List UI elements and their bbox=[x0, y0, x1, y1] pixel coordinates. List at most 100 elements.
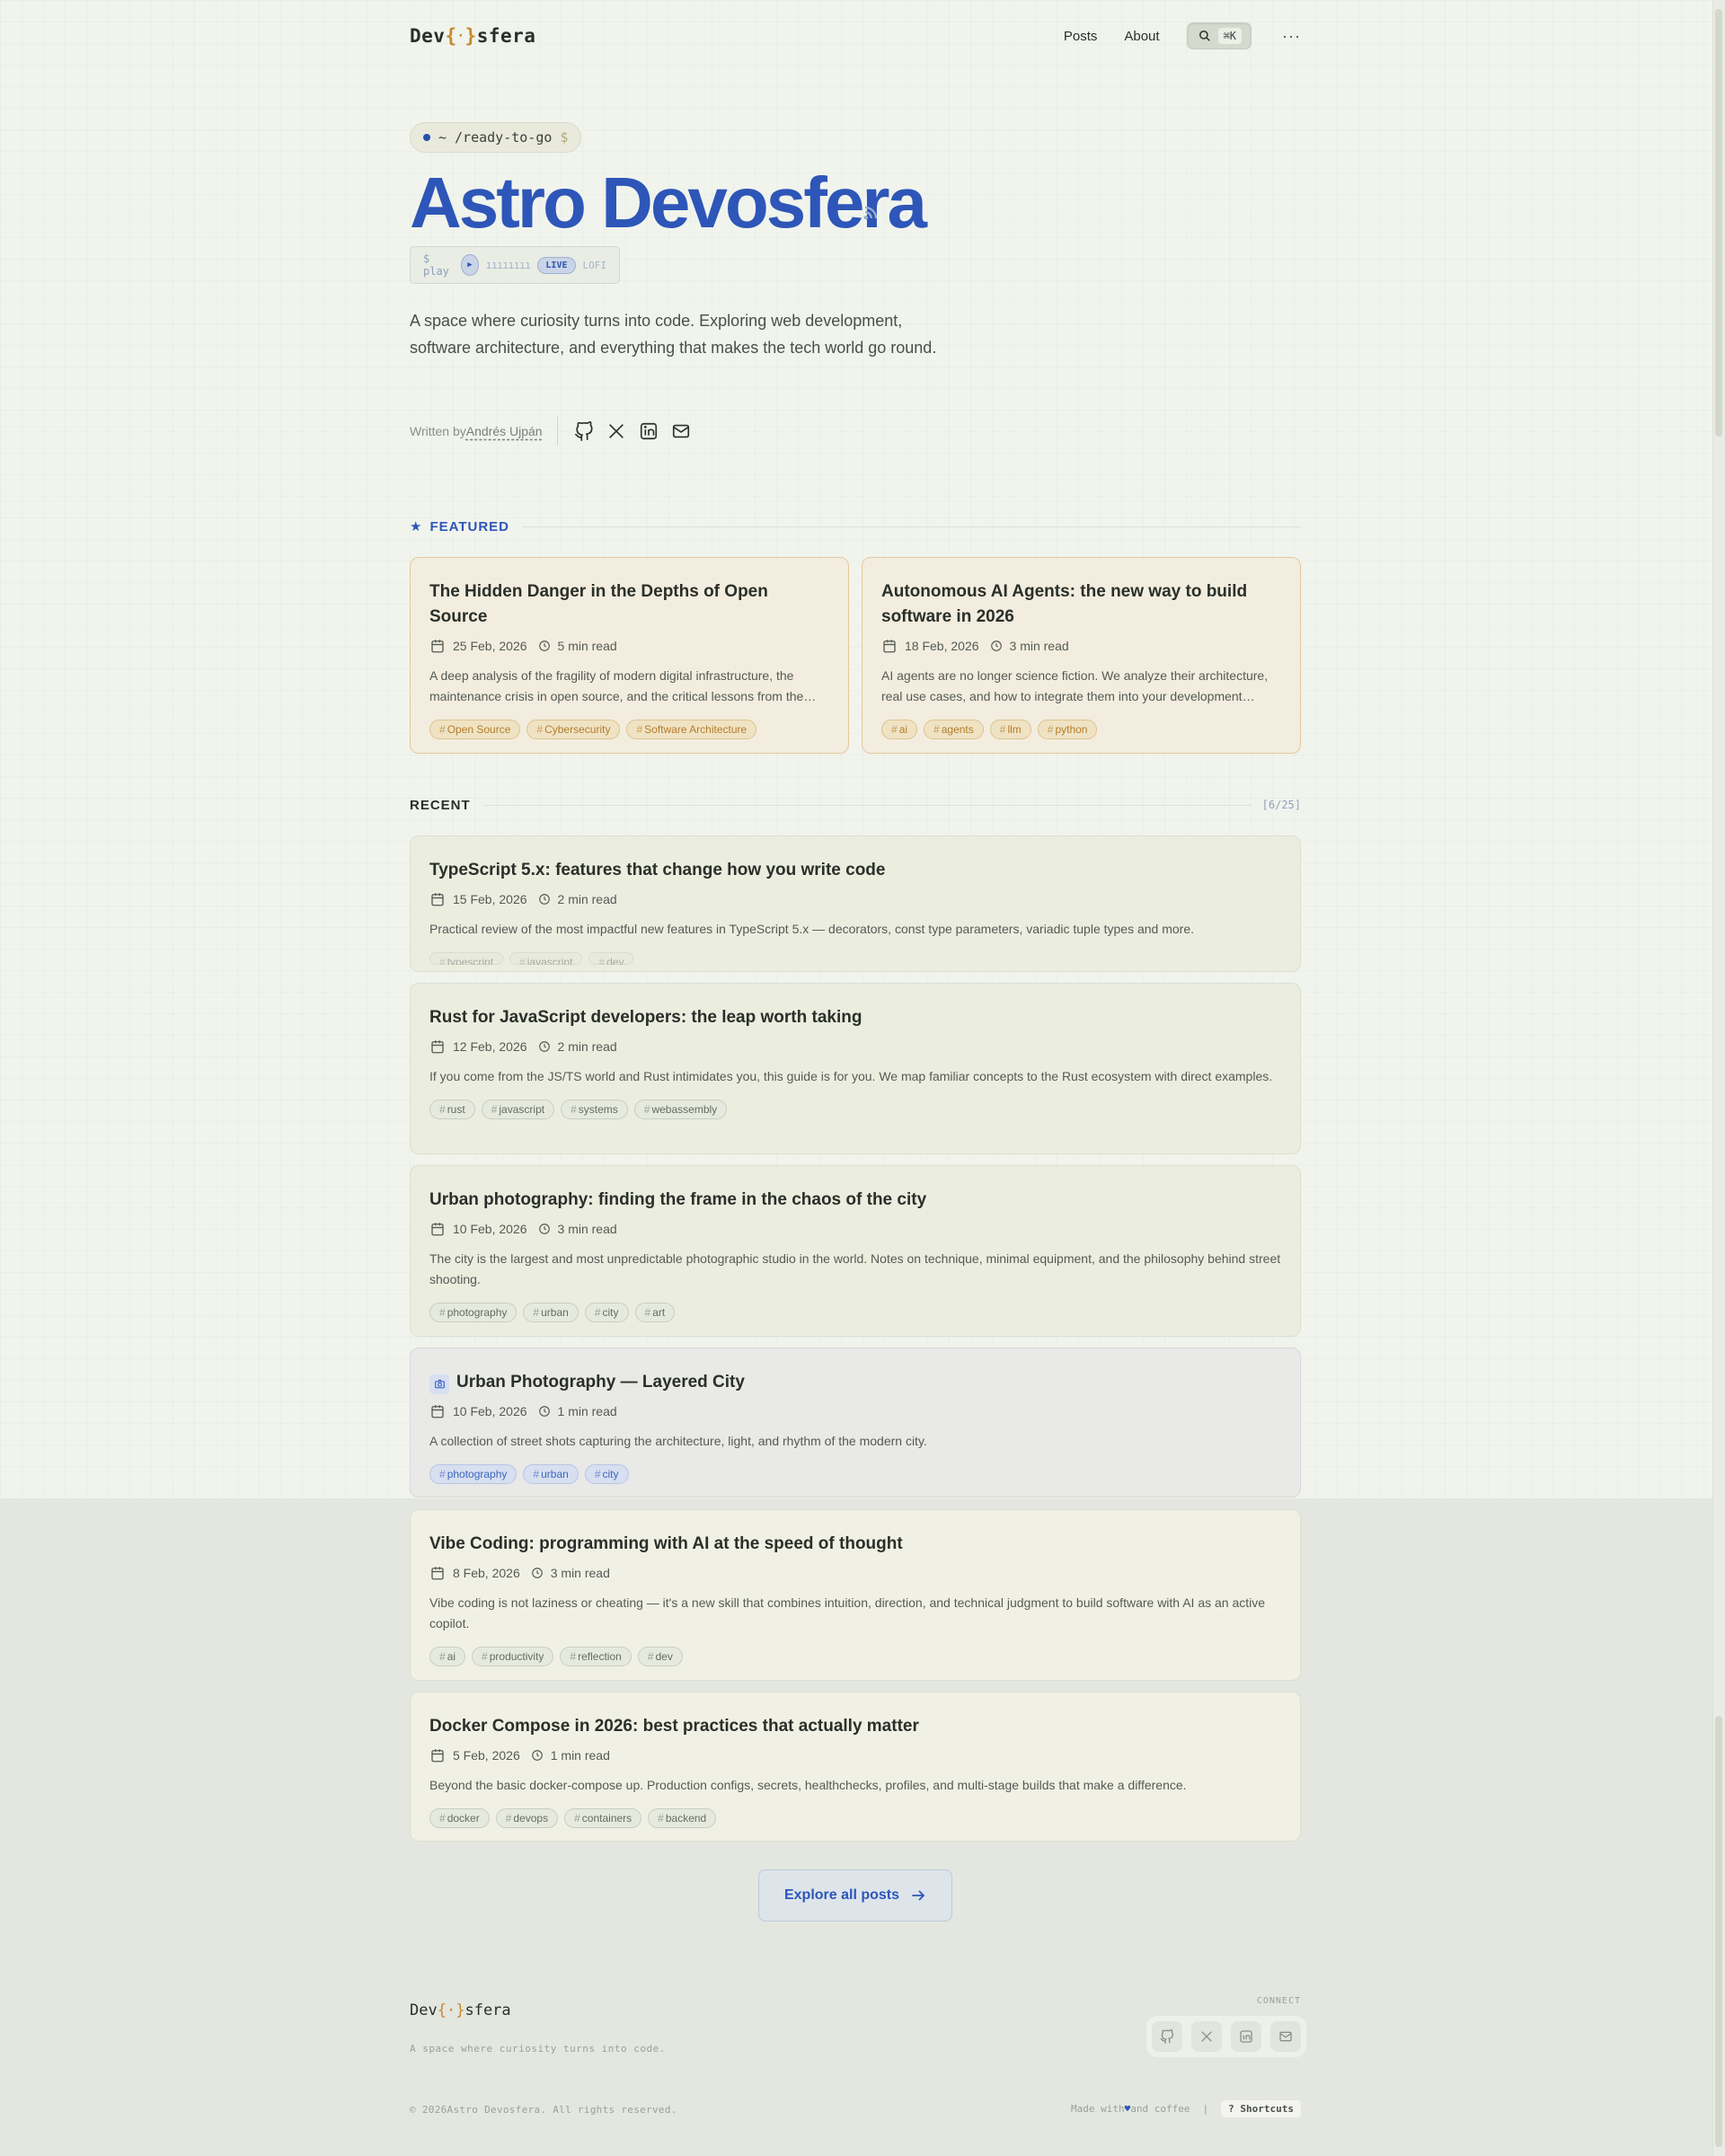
recent-post-card[interactable]: TypeScript 5.x: features that change how… bbox=[410, 835, 1301, 972]
page-scrollbar[interactable] bbox=[1712, 0, 1725, 2156]
player-mode: LOFI bbox=[582, 259, 607, 271]
site-logo[interactable]: Dev{·}sfera bbox=[410, 25, 535, 47]
recent-post-card[interactable]: Vibe Coding: programming with AI at the … bbox=[410, 1509, 1301, 1681]
tag-chip[interactable]: # city bbox=[584, 1303, 629, 1322]
tag-chip[interactable]: # javascript bbox=[481, 1100, 555, 1119]
logo-bracket-open: { bbox=[437, 2001, 447, 2019]
x-icon[interactable] bbox=[606, 421, 626, 441]
post-date: 8 Feb, 2026 bbox=[453, 1566, 520, 1580]
tag-chip[interactable]: # dev bbox=[637, 1647, 683, 1666]
clock-icon bbox=[538, 641, 550, 651]
play-button[interactable]: ▶ bbox=[461, 254, 479, 276]
tag-chip[interactable]: # art bbox=[634, 1303, 676, 1322]
tag-chip[interactable]: # javascript bbox=[509, 952, 583, 965]
tag-chip[interactable]: # Cybersecurity bbox=[526, 720, 621, 739]
post-tags: # photography # urban # city bbox=[429, 1464, 1281, 1484]
post-title[interactable]: Autonomous AI Agents: the new way to bui… bbox=[881, 579, 1281, 630]
nav-about-link[interactable]: About bbox=[1124, 29, 1159, 44]
post-title: Urban Photography — Layered City bbox=[456, 1373, 745, 1392]
logo-text-prefix: Dev bbox=[410, 2001, 438, 2019]
clock-icon bbox=[531, 1568, 543, 1578]
tag-label: devops bbox=[513, 1812, 549, 1825]
post-title[interactable]: The Hidden Danger in the Depths of Open … bbox=[429, 579, 829, 630]
recent-post-card[interactable]: Rust for JavaScript developers: the leap… bbox=[410, 983, 1301, 1154]
post-meta: 8 Feb, 2026 3 min read bbox=[429, 1564, 1281, 1582]
post-read-time: 1 min read bbox=[550, 1748, 610, 1763]
shortcuts-button[interactable]: ? Shortcuts bbox=[1221, 2100, 1301, 2117]
tag-label: llm bbox=[1007, 723, 1022, 736]
nav-posts-link[interactable]: Posts bbox=[1064, 29, 1098, 44]
mail-icon[interactable] bbox=[671, 421, 691, 441]
post-title[interactable]: Vibe Coding: programming with AI at the … bbox=[429, 1532, 1281, 1557]
tag-label: urban bbox=[541, 1306, 569, 1319]
rss-icon[interactable] bbox=[862, 205, 879, 221]
author-link[interactable]: Andrés Ujpán bbox=[466, 424, 543, 438]
recent-post-card[interactable]: Docker Compose in 2026: best practices t… bbox=[410, 1692, 1301, 1842]
featured-post-card[interactable]: The Hidden Danger in the Depths of Open … bbox=[410, 557, 849, 754]
explore-all-posts-button[interactable]: Explore all posts bbox=[758, 1869, 952, 1922]
tag-chip[interactable]: # ai bbox=[881, 720, 918, 739]
main-nav: Posts About ⌘K ··· bbox=[1064, 22, 1301, 49]
tag-chip[interactable]: # urban bbox=[523, 1303, 579, 1322]
tag-chip[interactable]: # Open Source bbox=[429, 720, 521, 739]
tag-chip[interactable]: # containers bbox=[564, 1808, 642, 1828]
tag-chip[interactable]: # urban bbox=[523, 1464, 579, 1484]
calendar-icon bbox=[431, 1749, 444, 1763]
post-tags: # docker # devops # containers # backend bbox=[429, 1808, 1281, 1828]
calendar-icon bbox=[431, 1405, 444, 1418]
tag-chip[interactable]: # photography bbox=[429, 1303, 518, 1322]
tag-chip[interactable]: # productivity bbox=[472, 1647, 554, 1666]
recent-post-card[interactable]: Urban photography: finding the frame in … bbox=[410, 1165, 1301, 1337]
tag-chip[interactable]: # devops bbox=[495, 1808, 559, 1828]
search-shortcut: ⌘K bbox=[1217, 28, 1243, 44]
tag-chip[interactable]: # dev bbox=[588, 952, 634, 965]
tag-chip[interactable]: # ai bbox=[429, 1647, 466, 1666]
logo-bracket-open: { bbox=[445, 25, 457, 47]
tag-chip[interactable]: # agents bbox=[924, 720, 984, 739]
more-menu-button[interactable]: ··· bbox=[1282, 27, 1301, 46]
footer-logo[interactable]: Dev{·}sfera bbox=[410, 2001, 511, 2019]
footer-mail-button[interactable] bbox=[1270, 2021, 1301, 2052]
tag-chip[interactable]: # typescript bbox=[429, 952, 504, 965]
tag-chip[interactable]: # systems bbox=[561, 1100, 628, 1119]
post-meta: 15 Feb, 2026 2 min read bbox=[429, 890, 1281, 908]
post-tags: # photography # urban # city # art bbox=[429, 1303, 1281, 1322]
footer-github-button[interactable] bbox=[1152, 2021, 1182, 2052]
byline-divider bbox=[556, 417, 558, 446]
post-tags: # typescript # javascript # dev bbox=[429, 952, 1281, 965]
play-icon: ▶ bbox=[467, 261, 473, 270]
tag-chip[interactable]: # python bbox=[1037, 720, 1098, 739]
tag-chip[interactable]: # webassembly bbox=[633, 1100, 728, 1119]
github-icon[interactable] bbox=[574, 421, 594, 441]
search-button[interactable]: ⌘K bbox=[1186, 22, 1252, 49]
post-title[interactable]: TypeScript 5.x: features that change how… bbox=[429, 858, 1281, 883]
scrollbar-thumb[interactable] bbox=[1715, 9, 1722, 437]
recent-gallery-card[interactable]: Urban Photography — Layered City 10 Feb,… bbox=[410, 1348, 1301, 1498]
tag-chip[interactable]: # llm bbox=[989, 720, 1031, 739]
tag-chip[interactable]: # docker bbox=[429, 1808, 490, 1828]
tag-chip[interactable]: # reflection bbox=[560, 1647, 632, 1666]
featured-post-card[interactable]: Autonomous AI Agents: the new way to bui… bbox=[862, 557, 1301, 754]
tag-label: Software Architecture bbox=[644, 723, 748, 736]
footer-linkedin-button[interactable] bbox=[1231, 2021, 1261, 2052]
post-title-row[interactable]: Urban Photography — Layered City bbox=[429, 1370, 1281, 1395]
post-title[interactable]: Urban photography: finding the frame in … bbox=[429, 1188, 1281, 1213]
post-meta: 10 Feb, 2026 1 min read bbox=[429, 1402, 1281, 1420]
post-date: 10 Feb, 2026 bbox=[453, 1222, 527, 1236]
status-dot bbox=[423, 134, 430, 141]
footer-x-button[interactable] bbox=[1191, 2021, 1222, 2052]
linkedin-icon[interactable] bbox=[639, 421, 659, 441]
post-meta: 25 Feb, 2026 5 min read bbox=[429, 637, 829, 655]
tag-chip[interactable]: # rust bbox=[429, 1100, 475, 1119]
post-read-time: 3 min read bbox=[550, 1566, 610, 1580]
tag-chip[interactable]: # city bbox=[584, 1464, 629, 1484]
scrollbar-thumb-lower[interactable] bbox=[1715, 1716, 1722, 2147]
tag-label: backend bbox=[665, 1812, 707, 1825]
clock-icon bbox=[538, 894, 550, 905]
post-title[interactable]: Docker Compose in 2026: best practices t… bbox=[429, 1714, 1281, 1739]
tag-chip[interactable]: # photography bbox=[429, 1464, 518, 1484]
post-title[interactable]: Rust for JavaScript developers: the leap… bbox=[429, 1005, 1281, 1030]
copyright: © 2026Astro Devosfera. All rights reserv… bbox=[410, 2104, 677, 2116]
tag-chip[interactable]: # Software Architecture bbox=[626, 720, 757, 739]
tag-chip[interactable]: # backend bbox=[648, 1808, 717, 1828]
